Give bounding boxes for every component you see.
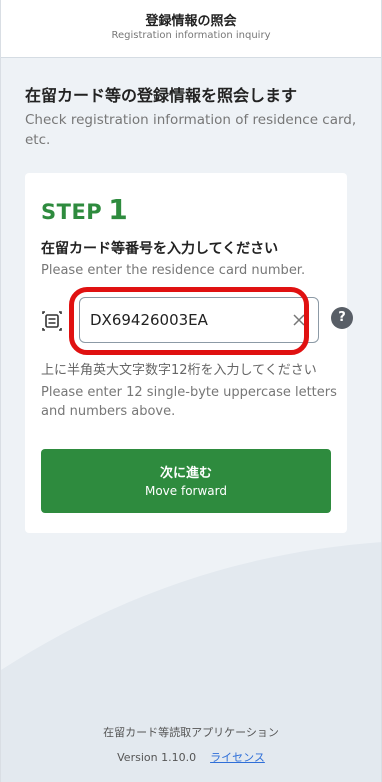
instruction-text: 在留カード等番号を入力してください xyxy=(41,241,279,257)
hint-text-en: Please enter 12 single-byte uppercase le… xyxy=(41,385,337,419)
card-icon xyxy=(42,311,62,331)
next-button-sublabel: Move forward xyxy=(144,484,227,498)
instruction-text-en: Please enter the residence card number. xyxy=(41,263,306,278)
page-title: 在留カード等の登録情報を照会します xyxy=(25,86,298,105)
input-highlight xyxy=(69,287,309,355)
hint-text: 上に半角英大文字数字12桁を入力してください xyxy=(41,363,317,378)
header-title: 登録情報の照会 xyxy=(145,14,237,29)
page-subtitle: Check registration information of reside… xyxy=(25,112,357,148)
next-button-label: 次に進む xyxy=(159,466,212,481)
footer-version-row: Version 1.10.0 ライセンス xyxy=(1,749,381,765)
license-link[interactable]: ライセンス xyxy=(210,751,265,764)
app-header: 登録情報の照会 Registration information inquiry xyxy=(1,0,381,58)
footer-app-name: 在留カード等読取アプリケーション xyxy=(103,726,279,739)
next-button[interactable]: 次に進む Move forward xyxy=(41,449,331,513)
step-label: STEP xyxy=(41,200,103,224)
header-subtitle: Registration information inquiry xyxy=(111,30,271,41)
app-screen: 登録情報の照会 Registration information inquiry… xyxy=(0,0,382,782)
help-icon[interactable]: ? xyxy=(331,307,353,329)
step-number: 1 xyxy=(108,193,128,226)
background-wave xyxy=(1,542,381,782)
step-card: STEP 1 在留カード等番号を入力してください Please enter the… xyxy=(25,173,353,533)
step-indicator: STEP 1 xyxy=(41,193,128,226)
version-text: Version 1.10.0 xyxy=(117,751,197,764)
